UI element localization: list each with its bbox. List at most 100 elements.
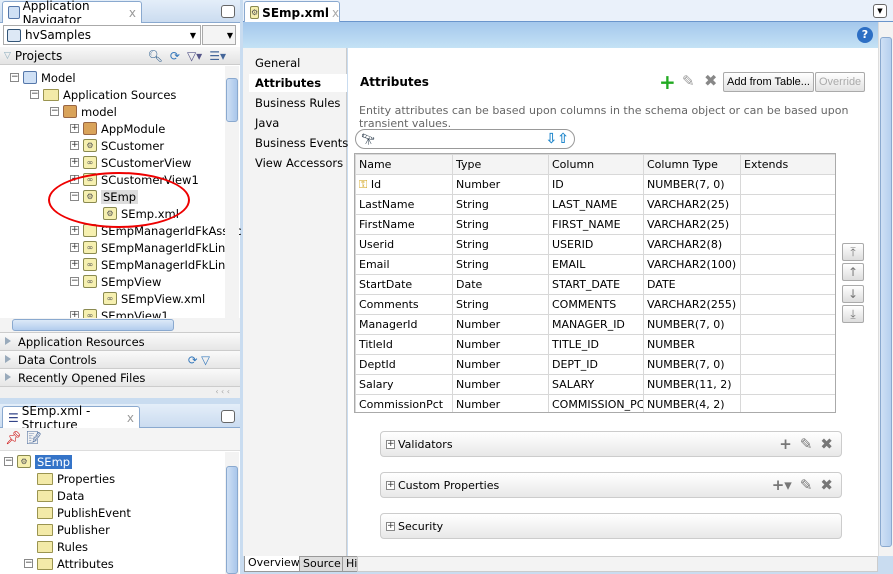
refresh-icon[interactable]: ⟳ bbox=[170, 49, 180, 63]
collapse-icon[interactable]: − bbox=[10, 73, 19, 82]
tab-semp-xml[interactable]: ⚙ SEmp.xml x bbox=[244, 1, 340, 23]
collapse-icon[interactable]: − bbox=[4, 457, 13, 466]
document-list-button[interactable]: ▼ bbox=[873, 4, 887, 18]
edit-icon[interactable]: ✎ bbox=[800, 476, 813, 494]
collapse-icon[interactable]: − bbox=[50, 107, 59, 116]
find-next-icon[interactable]: ⇩ bbox=[546, 131, 558, 147]
expand-icon[interactable]: + bbox=[386, 480, 395, 490]
tab-overview[interactable]: Overview bbox=[244, 556, 304, 572]
accordion-data-controls[interactable]: Data Controls ⟳ ▽ bbox=[0, 350, 240, 368]
tree-item[interactable]: ∞ SEmpView.xml bbox=[90, 290, 205, 307]
structure-item[interactable]: Rules bbox=[24, 538, 88, 555]
help-icon[interactable]: ? bbox=[857, 27, 873, 43]
expand-icon[interactable]: + bbox=[70, 226, 79, 235]
search-icon[interactable]: 🔍︎ bbox=[148, 49, 163, 63]
find-previous-icon[interactable]: ⇧ bbox=[557, 131, 569, 147]
table-row[interactable]: ⚿ Id Number ID NUMBER(7, 0) bbox=[355, 174, 835, 195]
table-row[interactable]: Comments String COMMENTS VARCHAR2(255) bbox=[355, 294, 835, 315]
delete-icon[interactable]: ✖ bbox=[820, 476, 833, 494]
table-row[interactable]: Email String EMAIL VARCHAR2(100) bbox=[355, 254, 835, 275]
tab-application-navigator[interactable]: Application Navigator x bbox=[2, 0, 142, 27]
move-top-button[interactable]: ⤒ bbox=[842, 243, 864, 261]
table-row[interactable]: TitleId Number TITLE_ID NUMBER bbox=[355, 334, 835, 355]
minimize-button[interactable] bbox=[221, 5, 235, 18]
delete-icon[interactable]: ✖ bbox=[820, 435, 833, 453]
editor-horizontal-scrollbar[interactable] bbox=[357, 556, 878, 572]
pin-icon[interactable]: 📌︎ bbox=[5, 431, 22, 446]
delete-icon[interactable]: ✖ bbox=[704, 71, 717, 90]
expand-icon[interactable]: + bbox=[70, 141, 79, 150]
add-icon[interactable]: + bbox=[779, 435, 792, 453]
structure-root[interactable]: − ⚙ SEmp bbox=[4, 453, 73, 470]
expand-icon[interactable]: + bbox=[70, 158, 79, 167]
tree-vertical-scrollbar[interactable] bbox=[225, 66, 239, 318]
tree-item[interactable]: + ∞ SEmpManagerIdFkLink bbox=[70, 239, 232, 256]
structure-scrollbar[interactable] bbox=[225, 452, 239, 574]
override-button[interactable]: Override bbox=[815, 72, 866, 92]
tab-source[interactable]: Source bbox=[299, 556, 345, 572]
section-validators[interactable]: + Validators + ✎ ✖ bbox=[380, 431, 842, 457]
options-icon[interactable]: ☰▾ bbox=[209, 49, 226, 63]
tab-structure[interactable]: ☰ SEmp.xml - Structure x bbox=[2, 404, 140, 432]
tree-item[interactable]: − Model bbox=[10, 69, 76, 86]
move-down-button[interactable]: ↓ bbox=[842, 285, 864, 303]
collapse-icon[interactable]: − bbox=[70, 277, 79, 286]
nav-business-rules[interactable]: Business Rules bbox=[255, 96, 340, 110]
accordion-recently-opened-files[interactable]: Recently Opened Files bbox=[0, 368, 240, 386]
close-icon[interactable]: x bbox=[129, 6, 136, 20]
collapse-icon[interactable]: − bbox=[30, 90, 39, 99]
column-header[interactable]: Name bbox=[355, 154, 453, 175]
find-bar[interactable]: 🔭︎ ⇩⇧ bbox=[355, 129, 575, 149]
nav-view-accessors[interactable]: View Accessors bbox=[255, 156, 343, 170]
tree-item[interactable]: − ∞ SEmpView bbox=[70, 273, 161, 290]
table-row[interactable]: Userid String USERID VARCHAR2(8) bbox=[355, 234, 835, 255]
column-header[interactable]: Column Type bbox=[643, 154, 741, 175]
collapse-icon[interactable]: − bbox=[24, 559, 33, 568]
section-custom-properties[interactable]: + Custom Properties +▾ ✎ ✖ bbox=[380, 472, 842, 498]
structure-item[interactable]: Data bbox=[24, 487, 84, 504]
close-icon[interactable]: x bbox=[332, 6, 339, 20]
nav-attributes[interactable]: Attributes bbox=[249, 74, 347, 92]
expand-icon[interactable]: + bbox=[70, 124, 79, 133]
table-row[interactable]: CommissionPct Number COMMISSION_PCT NUMBER(… bbox=[355, 394, 835, 412]
tree-item[interactable]: + ∞ SEmpManagerIdFkLink1 bbox=[70, 256, 239, 273]
column-header[interactable]: Extends bbox=[740, 154, 835, 175]
move-bottom-button[interactable]: ⤓ bbox=[842, 305, 864, 323]
accordion-application-resources[interactable]: Application Resources bbox=[0, 332, 240, 350]
tree-item[interactable]: − Application Sources bbox=[30, 86, 176, 103]
structure-item[interactable]: PublishEvent bbox=[24, 504, 131, 521]
tree-item[interactable]: − model bbox=[50, 103, 117, 120]
expand-icon[interactable]: + bbox=[70, 260, 79, 269]
add-icon[interactable]: +▾ bbox=[772, 476, 792, 494]
table-row[interactable]: Salary Number SALARY NUMBER(11, 2) bbox=[355, 374, 835, 395]
nav-java[interactable]: Java bbox=[255, 116, 279, 130]
edit-icon[interactable]: ✎ bbox=[800, 435, 813, 453]
column-header[interactable]: Type bbox=[452, 154, 549, 175]
editor-vertical-scrollbar[interactable] bbox=[878, 22, 893, 556]
column-header[interactable]: Column bbox=[548, 154, 644, 175]
tree-item[interactable]: + ∞ SCustomerView bbox=[70, 154, 191, 171]
table-row[interactable]: StartDate Date START_DATE DATE bbox=[355, 274, 835, 295]
expand-icon[interactable]: + bbox=[386, 521, 395, 531]
projects-header[interactable]: ▽ Projects 🔍︎ ⟳ ▽▾ ☰▾ bbox=[0, 47, 240, 65]
structure-item[interactable]: Properties bbox=[24, 470, 115, 487]
table-row[interactable]: DeptId Number DEPT_ID NUMBER(7, 0) bbox=[355, 354, 835, 375]
table-row[interactable]: LastName String LAST_NAME VARCHAR2(25) bbox=[355, 194, 835, 215]
nav-general[interactable]: General bbox=[255, 56, 300, 70]
tree-item[interactable]: + ⚙ SCustomer bbox=[70, 137, 164, 154]
structure-item[interactable]: Publisher bbox=[24, 521, 110, 538]
add-from-table-button[interactable]: Add from Table... bbox=[723, 72, 814, 92]
refresh-icon[interactable]: ⟳ ▽ bbox=[188, 353, 210, 367]
application-menu-button[interactable]: ▼ bbox=[202, 25, 236, 45]
edit-icon[interactable]: 📝︎ bbox=[26, 431, 43, 446]
section-security[interactable]: + Security bbox=[380, 513, 842, 539]
structure-item[interactable]: − Attributes bbox=[24, 555, 114, 572]
filter-icon[interactable]: ▽▾ bbox=[187, 49, 202, 63]
expand-icon[interactable]: + bbox=[386, 439, 395, 449]
minimize-button[interactable] bbox=[221, 410, 235, 423]
tree-item[interactable]: + AppModule bbox=[70, 120, 165, 137]
table-row[interactable]: FirstName String FIRST_NAME VARCHAR2(25) bbox=[355, 214, 835, 235]
add-icon[interactable]: + bbox=[659, 70, 676, 94]
edit-icon[interactable]: ✎ bbox=[682, 72, 695, 90]
application-select[interactable]: hvSamples ▼ bbox=[3, 25, 201, 45]
